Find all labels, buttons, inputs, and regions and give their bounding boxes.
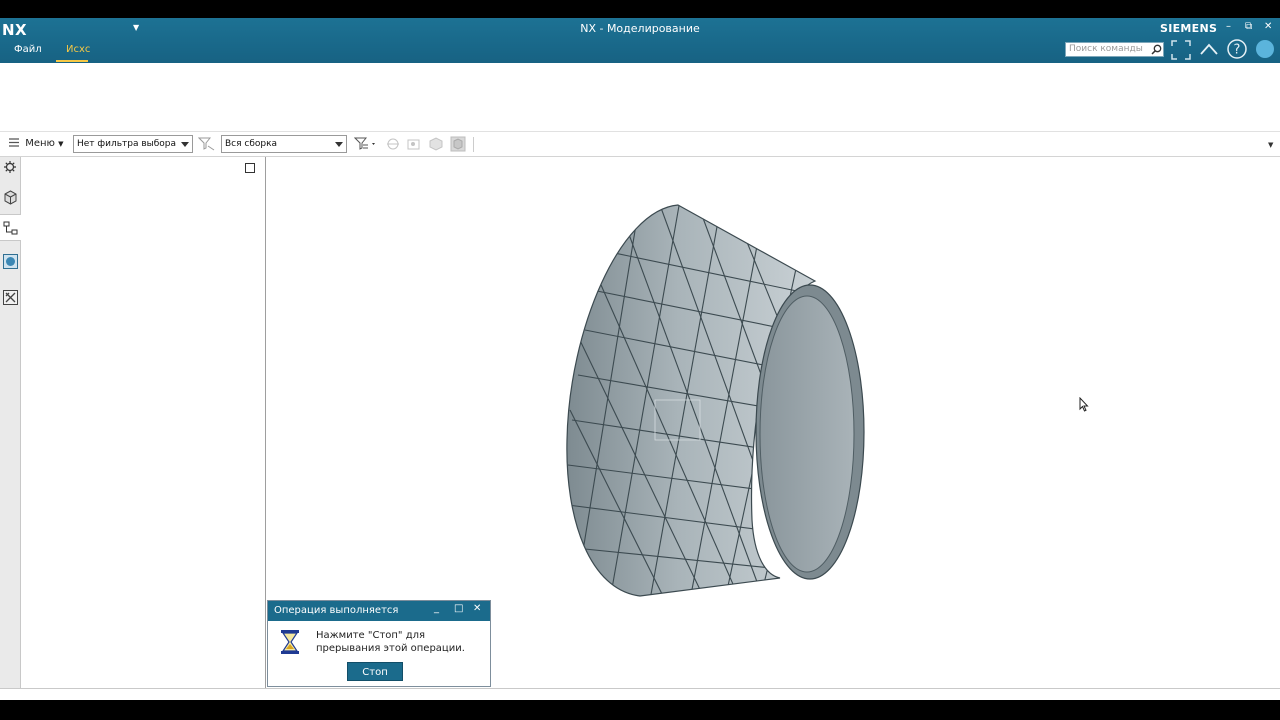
selection-scope-value: Вся сборка — [225, 139, 278, 149]
selection-bar: Меню ▼ Нет фильтра выбора Вся сборка ▼ — [0, 132, 1280, 157]
select-tools-icon[interactable] — [354, 136, 378, 152]
siemens-logo: SIEMENS — [1160, 22, 1218, 35]
selection-scope-dropdown[interactable]: Вся сборка — [221, 135, 347, 153]
menu-button[interactable]: Меню ▼ — [9, 138, 64, 149]
title-bar: NX ▼ NX - Моделирование SIEMENS – ⧉ ✕ Фа… — [0, 18, 1280, 63]
pin-icon[interactable] — [245, 163, 255, 173]
selection-filter-dropdown[interactable]: Нет фильтра выбора — [73, 135, 193, 153]
toolbar-overflow-icon[interactable]: ▼ — [1268, 141, 1273, 149]
assembly-navigator-icon[interactable] — [3, 221, 19, 236]
toolbar-separator — [473, 137, 474, 152]
filter-icon[interactable] — [198, 136, 216, 152]
face-select-icon[interactable] — [449, 136, 467, 152]
active-tab-indicator — [56, 60, 88, 62]
stop-button[interactable]: Стоп — [347, 662, 403, 681]
hamburger-icon — [9, 138, 19, 147]
dialog-minimize-icon[interactable]: _ — [434, 603, 439, 614]
dialog-message: Нажмите "Стоп" для прерывания этой опера… — [316, 630, 465, 654]
tools-icon[interactable] — [3, 290, 18, 305]
dropdown-arrow-icon — [335, 142, 343, 147]
command-search-input[interactable]: Поиск команды — [1065, 42, 1164, 57]
svg-text:?: ? — [1234, 43, 1241, 58]
tab-home[interactable]: Исхс — [66, 44, 90, 55]
selection-filter-value: Нет фильтра выбора — [77, 139, 177, 149]
settings-icon[interactable] — [3, 160, 17, 174]
menu-file[interactable]: Файл — [14, 44, 42, 55]
help-icon[interactable]: ? — [1226, 38, 1248, 60]
part-icon[interactable] — [3, 190, 18, 205]
screen: NX ▼ NX - Моделирование SIEMENS – ⧉ ✕ Фа… — [0, 0, 1280, 720]
ribbon — [0, 63, 1280, 132]
close-icon[interactable]: ✕ — [1264, 21, 1272, 32]
snap-point-icon[interactable] — [405, 136, 423, 152]
dialog-close-icon[interactable]: ✕ — [473, 603, 481, 614]
web-icon[interactable] — [3, 254, 18, 269]
body-select-icon[interactable] — [427, 136, 445, 152]
status-bar — [0, 688, 1280, 700]
collapse-ribbon-icon[interactable] — [1199, 40, 1219, 60]
menu-button-label: Меню — [25, 138, 55, 149]
hourglass-icon — [281, 630, 299, 654]
dropdown-arrow-icon — [181, 142, 189, 147]
snap-icon[interactable] — [384, 136, 402, 152]
model-body — [566, 204, 865, 597]
resource-bar — [0, 157, 21, 688]
operation-dialog: Операция выполняется _ □ ✕ Нажмите "Стоп… — [267, 600, 491, 687]
fullscreen-icon[interactable] — [1171, 40, 1191, 60]
dialog-maximize-icon[interactable]: □ — [454, 603, 463, 614]
cursor-icon — [1079, 397, 1089, 412]
search-icon[interactable] — [1151, 44, 1162, 55]
chevron-down-icon: ▼ — [58, 140, 64, 148]
user-icon[interactable] — [1255, 39, 1275, 59]
active-nav-tab — [0, 214, 21, 241]
window-title: NX - Моделирование — [580, 22, 700, 35]
minimize-icon[interactable]: – — [1226, 21, 1231, 32]
assembly-navigator-panel — [21, 157, 266, 688]
restore-icon[interactable]: ⧉ — [1245, 21, 1252, 32]
